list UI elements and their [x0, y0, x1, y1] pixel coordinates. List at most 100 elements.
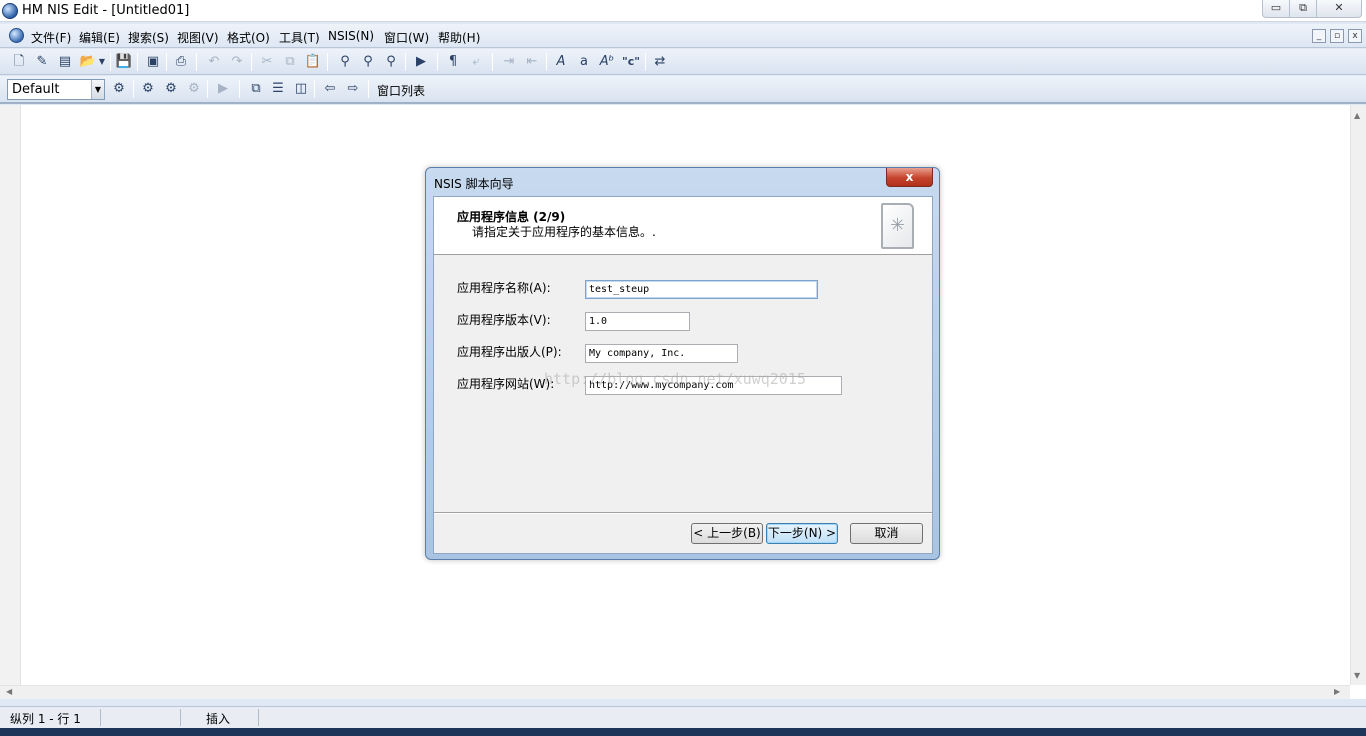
toolbar-separator	[405, 53, 406, 71]
tile-vertical-icon[interactable]: ◫	[291, 80, 311, 98]
outdent-icon[interactable]: ⇤	[522, 53, 542, 71]
menu-edit[interactable]: 编辑(E)	[79, 29, 120, 46]
cascade-icon[interactable]: ⧉	[246, 80, 266, 98]
cursor-position: 纵列 1 - 行 1	[10, 712, 81, 726]
previous-window-icon[interactable]: ⇦	[320, 80, 340, 98]
next-button[interactable]: 下一步(N) >	[766, 523, 838, 544]
save-all-icon[interactable]: ▣	[143, 53, 163, 71]
menu-nsis[interactable]: NSIS(N)	[328, 29, 374, 43]
open-dropdown-icon[interactable]: ▼	[96, 53, 108, 71]
nsis-toolbar: Default ▼ ⚙ ⚙ ⚙ ⚙ ▶ ⧉ ☰ ◫ ⇦ ⇨ 窗口列表	[0, 76, 1366, 104]
button-divider	[434, 512, 932, 514]
app-website-label: 应用程序网站(W):	[457, 377, 555, 391]
template-icon[interactable]: ▤	[55, 53, 75, 71]
mdi-close-button[interactable]: x	[1348, 29, 1362, 43]
next-window-icon[interactable]: ⇨	[343, 80, 363, 98]
paragraph-icon[interactable]: ¶	[443, 53, 463, 71]
menu-format[interactable]: 格式(O)	[227, 29, 270, 46]
toolbar-separator	[314, 80, 315, 98]
scroll-up-icon[interactable]: ▲	[1354, 111, 1360, 120]
find-next-icon[interactable]: ⚲	[358, 53, 378, 71]
mdi-minimize-button[interactable]: _	[1312, 29, 1326, 43]
insert-mode: 插入	[206, 712, 231, 726]
quote-icon[interactable]: "c"	[621, 53, 641, 71]
app-website-input[interactable]: http://www.mycompany.com	[585, 376, 842, 395]
horizontal-scrollbar[interactable]: ◀ ▶	[0, 685, 1350, 699]
print-icon[interactable]: ⎙	[171, 53, 191, 71]
app-globe-icon	[2, 3, 18, 19]
lowercase-icon[interactable]: a	[574, 53, 594, 71]
run-icon[interactable]: ▶	[213, 80, 233, 98]
tile-horizontal-icon[interactable]: ☰	[268, 80, 288, 98]
insert-file-icon[interactable]: ▶	[411, 53, 431, 71]
menu-search[interactable]: 搜索(S)	[128, 29, 169, 46]
app-publisher-input[interactable]: My company, Inc.	[585, 344, 738, 363]
wizard-step-description: 请指定关于应用程序的基本信息。.	[472, 225, 656, 239]
format-icon[interactable]: ⇄	[650, 53, 670, 71]
status-separator	[100, 709, 101, 726]
minimize-button[interactable]: ▭	[1262, 0, 1290, 18]
app-version-label: 应用程序版本(V):	[457, 313, 551, 327]
compile-icon[interactable]: ⚙	[138, 80, 158, 98]
cancel-button[interactable]: 取消	[850, 523, 923, 544]
toolbar-separator	[166, 53, 167, 71]
wizard-header: 应用程序信息 (2/9) 请指定关于应用程序的基本信息。. ✳	[434, 197, 932, 255]
toolbar-separator	[133, 80, 134, 98]
open-folder-icon[interactable]: 📂	[78, 53, 98, 71]
close-button[interactable]: ✕	[1316, 0, 1362, 18]
main-toolbar: 🗋 ✎ ▤ 📂 ▼ 💾 ▣ ⎙ ↶ ↷ ✂ ⧉ 📋 ⚲ ⚲ ⚲ ▶ ¶ ⤶ ⇥ …	[0, 49, 1366, 75]
indent-icon[interactable]: ⇥	[499, 53, 519, 71]
find-icon[interactable]: ⚲	[335, 53, 355, 71]
app-version-input[interactable]: 1.0	[585, 312, 690, 331]
replace-icon[interactable]: ⚲	[381, 53, 401, 71]
copy-icon[interactable]: ⧉	[280, 53, 300, 71]
save-icon[interactable]: 💾	[114, 53, 134, 71]
window-list-button[interactable]: 窗口列表	[377, 82, 425, 99]
toolbar-separator	[110, 53, 111, 71]
dialog-body: 应用程序信息 (2/9) 请指定关于应用程序的基本信息。. ✳ 应用程序名称(A…	[433, 196, 933, 554]
back-button[interactable]: < 上一步(B)	[691, 523, 763, 544]
redo-icon[interactable]: ↷	[227, 53, 247, 71]
script-document-icon: ✳	[881, 203, 914, 249]
os-taskbar	[0, 728, 1366, 736]
wizard-icon[interactable]: ✎	[32, 53, 52, 71]
menu-tools[interactable]: 工具(T)	[279, 29, 320, 46]
mdi-restore-button[interactable]: ▫	[1330, 29, 1344, 43]
app-name-input[interactable]: test_steup	[585, 280, 818, 299]
menu-file[interactable]: 文件(F)	[31, 29, 71, 46]
toolbar-separator	[207, 80, 208, 98]
status-separator	[258, 709, 259, 726]
new-file-icon[interactable]: 🗋	[9, 53, 29, 71]
undo-icon[interactable]: ↶	[204, 53, 224, 71]
uppercase-icon[interactable]: A	[551, 53, 571, 71]
config-edit-icon[interactable]: ⚙	[109, 80, 129, 98]
dialog-close-button[interactable]: x	[886, 168, 933, 187]
config-select[interactable]: Default ▼	[7, 79, 105, 100]
cut-icon[interactable]: ✂	[257, 53, 277, 71]
toolbar-separator	[327, 53, 328, 71]
vertical-scrollbar[interactable]: ▲ ▼	[1350, 105, 1366, 685]
restore-button[interactable]: ⧉	[1289, 0, 1317, 18]
menu-view[interactable]: 视图(V)	[177, 29, 219, 46]
word-wrap-icon[interactable]: ⤶	[466, 53, 486, 71]
stop-compile-icon[interactable]: ⚙	[184, 80, 204, 98]
toolbar-separator	[546, 53, 547, 71]
toolbar-separator	[492, 53, 493, 71]
scroll-down-icon[interactable]: ▼	[1354, 671, 1360, 680]
menu-window[interactable]: 窗口(W)	[384, 29, 429, 46]
document-icon[interactable]	[9, 28, 24, 43]
toolbar-separator	[645, 53, 646, 71]
line-gutter	[0, 105, 21, 685]
title-bar: HM NIS Edit - [Untitled01] ▭ ⧉ ✕	[0, 0, 1366, 22]
scroll-left-icon[interactable]: ◀	[6, 687, 12, 696]
toggle-case-icon[interactable]: Aᵇ	[597, 53, 617, 71]
toolbar-separator	[368, 80, 369, 98]
paste-icon[interactable]: 📋	[303, 53, 323, 71]
scroll-right-icon[interactable]: ▶	[1334, 687, 1340, 696]
chevron-down-icon[interactable]: ▼	[91, 80, 104, 99]
nsis-wizard-dialog: NSIS 脚本向导 x 应用程序信息 (2/9) 请指定关于应用程序的基本信息。…	[425, 167, 940, 560]
compile-run-icon[interactable]: ⚙	[161, 80, 181, 98]
menu-help[interactable]: 帮助(H)	[438, 29, 480, 46]
toolbar-separator	[251, 53, 252, 71]
status-bar: 纵列 1 - 行 1 插入	[0, 706, 1366, 728]
